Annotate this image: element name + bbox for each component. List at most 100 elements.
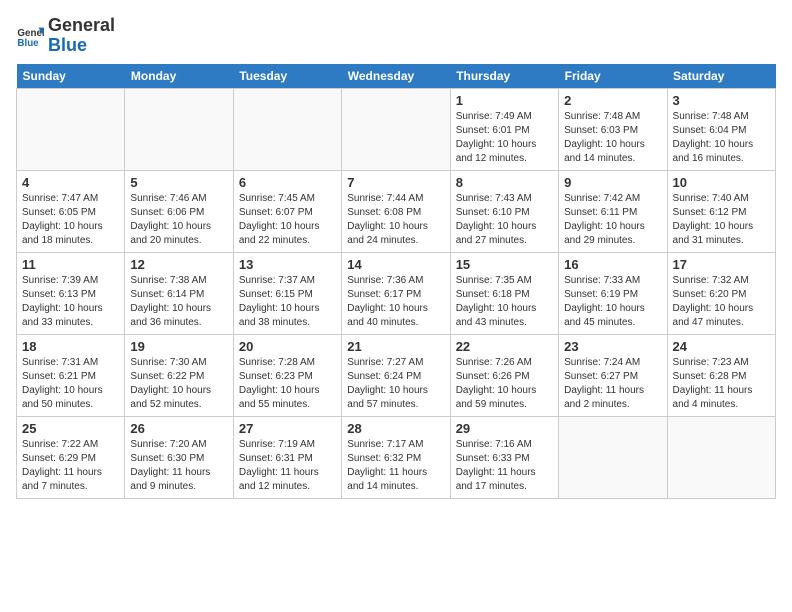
day-header-tuesday: Tuesday bbox=[233, 64, 341, 89]
day-number: 9 bbox=[564, 175, 661, 190]
day-number: 23 bbox=[564, 339, 661, 354]
day-header-monday: Monday bbox=[125, 64, 233, 89]
calendar-cell: 26 Sunrise: 7:20 AM Sunset: 6:30 PM Dayli… bbox=[125, 416, 233, 498]
calendar-cell: 11 Sunrise: 7:39 AM Sunset: 6:13 PM Dayli… bbox=[17, 252, 125, 334]
calendar-cell bbox=[17, 88, 125, 170]
calendar-cell: 4 Sunrise: 7:47 AM Sunset: 6:05 PM Daylig… bbox=[17, 170, 125, 252]
calendar-cell: 16 Sunrise: 7:33 AM Sunset: 6:19 PM Dayli… bbox=[559, 252, 667, 334]
day-info: Sunrise: 7:42 AM Sunset: 6:11 PM Dayligh… bbox=[564, 192, 661, 248]
calendar-cell: 27 Sunrise: 7:19 AM Sunset: 6:31 PM Dayli… bbox=[233, 416, 341, 498]
calendar-cell bbox=[342, 88, 450, 170]
calendar-cell: 20Sunrise: 7:28 AM Sunset: 6:23 PM Dayli… bbox=[233, 334, 341, 416]
day-info: Sunrise: 7:26 AM Sunset: 6:26 PM Dayligh… bbox=[456, 356, 553, 412]
calendar-week-row: 25 Sunrise: 7:22 AM Sunset: 6:29 PM Dayli… bbox=[17, 416, 776, 498]
day-info: Sunrise: 7:44 AM Sunset: 6:08 PM Dayligh… bbox=[347, 192, 444, 248]
day-info: Sunrise: 7:17 AM Sunset: 6:32 PM Dayligh… bbox=[347, 438, 444, 494]
day-info: Sunrise: 7:22 AM Sunset: 6:29 PM Dayligh… bbox=[22, 438, 119, 494]
day-number: 14 bbox=[347, 257, 444, 272]
calendar-cell: 17 Sunrise: 7:32 AM Sunset: 6:20 PM Dayli… bbox=[667, 252, 775, 334]
calendar-cell: 29Sunrise: 7:16 AM Sunset: 6:33 PM Dayli… bbox=[450, 416, 558, 498]
day-info: Sunrise: 7:23 AM Sunset: 6:28 PM Dayligh… bbox=[673, 356, 770, 412]
day-info: Sunrise: 7:30 AM Sunset: 6:22 PM Dayligh… bbox=[130, 356, 227, 412]
logo-icon: General Blue bbox=[16, 22, 44, 50]
day-header-sunday: Sunday bbox=[17, 64, 125, 89]
day-info: Sunrise: 7:43 AM Sunset: 6:10 PM Dayligh… bbox=[456, 192, 553, 248]
day-header-friday: Friday bbox=[559, 64, 667, 89]
day-info: Sunrise: 7:36 AM Sunset: 6:17 PM Dayligh… bbox=[347, 274, 444, 330]
calendar-table: SundayMondayTuesdayWednesdayThursdayFrid… bbox=[16, 64, 776, 499]
day-info: Sunrise: 7:46 AM Sunset: 6:06 PM Dayligh… bbox=[130, 192, 227, 248]
day-number: 8 bbox=[456, 175, 553, 190]
day-info: Sunrise: 7:32 AM Sunset: 6:20 PM Dayligh… bbox=[673, 274, 770, 330]
day-info: Sunrise: 7:40 AM Sunset: 6:12 PM Dayligh… bbox=[673, 192, 770, 248]
calendar-cell: 15 Sunrise: 7:35 AM Sunset: 6:18 PM Dayli… bbox=[450, 252, 558, 334]
day-header-wednesday: Wednesday bbox=[342, 64, 450, 89]
calendar-cell: 3 Sunrise: 7:48 AM Sunset: 6:04 PM Daylig… bbox=[667, 88, 775, 170]
calendar-header-row: SundayMondayTuesdayWednesdayThursdayFrid… bbox=[17, 64, 776, 89]
day-info: Sunrise: 7:38 AM Sunset: 6:14 PM Dayligh… bbox=[130, 274, 227, 330]
calendar-cell: 12 Sunrise: 7:38 AM Sunset: 6:14 PM Dayli… bbox=[125, 252, 233, 334]
day-info: Sunrise: 7:35 AM Sunset: 6:18 PM Dayligh… bbox=[456, 274, 553, 330]
calendar-cell bbox=[125, 88, 233, 170]
calendar-cell: 9 Sunrise: 7:42 AM Sunset: 6:11 PM Daylig… bbox=[559, 170, 667, 252]
day-number: 6 bbox=[239, 175, 336, 190]
calendar-cell: 25 Sunrise: 7:22 AM Sunset: 6:29 PM Dayli… bbox=[17, 416, 125, 498]
day-header-saturday: Saturday bbox=[667, 64, 775, 89]
day-number: 19 bbox=[130, 339, 227, 354]
calendar-week-row: 4 Sunrise: 7:47 AM Sunset: 6:05 PM Daylig… bbox=[17, 170, 776, 252]
calendar-cell: 7 Sunrise: 7:44 AM Sunset: 6:08 PM Daylig… bbox=[342, 170, 450, 252]
day-info: Sunrise: 7:48 AM Sunset: 6:04 PM Dayligh… bbox=[673, 110, 770, 166]
calendar-week-row: 1Sunrise: 7:49 AM Sunset: 6:01 PM Daylig… bbox=[17, 88, 776, 170]
day-number: 18 bbox=[22, 339, 119, 354]
day-number: 12 bbox=[130, 257, 227, 272]
calendar-cell bbox=[667, 416, 775, 498]
day-number: 24 bbox=[673, 339, 770, 354]
calendar-cell: 13 Sunrise: 7:37 AM Sunset: 6:15 PM Dayli… bbox=[233, 252, 341, 334]
day-number: 17 bbox=[673, 257, 770, 272]
day-number: 16 bbox=[564, 257, 661, 272]
calendar-cell bbox=[233, 88, 341, 170]
day-number: 3 bbox=[673, 93, 770, 108]
logo-text: General Blue bbox=[48, 16, 115, 56]
calendar-cell: 28 Sunrise: 7:17 AM Sunset: 6:32 PM Dayli… bbox=[342, 416, 450, 498]
day-number: 20 bbox=[239, 339, 336, 354]
day-number: 28 bbox=[347, 421, 444, 436]
day-info: Sunrise: 7:27 AM Sunset: 6:24 PM Dayligh… bbox=[347, 356, 444, 412]
day-info: Sunrise: 7:39 AM Sunset: 6:13 PM Dayligh… bbox=[22, 274, 119, 330]
day-info: Sunrise: 7:33 AM Sunset: 6:19 PM Dayligh… bbox=[564, 274, 661, 330]
day-header-thursday: Thursday bbox=[450, 64, 558, 89]
day-number: 11 bbox=[22, 257, 119, 272]
calendar-cell: 24 Sunrise: 7:23 AM Sunset: 6:28 PM Dayli… bbox=[667, 334, 775, 416]
calendar-cell: 1Sunrise: 7:49 AM Sunset: 6:01 PM Daylig… bbox=[450, 88, 558, 170]
day-number: 13 bbox=[239, 257, 336, 272]
day-info: Sunrise: 7:47 AM Sunset: 6:05 PM Dayligh… bbox=[22, 192, 119, 248]
calendar-cell: 6Sunrise: 7:45 AM Sunset: 6:07 PM Daylig… bbox=[233, 170, 341, 252]
calendar-cell: 19 Sunrise: 7:30 AM Sunset: 6:22 PM Dayli… bbox=[125, 334, 233, 416]
day-info: Sunrise: 7:48 AM Sunset: 6:03 PM Dayligh… bbox=[564, 110, 661, 166]
day-info: Sunrise: 7:16 AM Sunset: 6:33 PM Dayligh… bbox=[456, 438, 553, 494]
calendar-cell: 5 Sunrise: 7:46 AM Sunset: 6:06 PM Daylig… bbox=[125, 170, 233, 252]
day-number: 1 bbox=[456, 93, 553, 108]
day-number: 4 bbox=[22, 175, 119, 190]
calendar-cell: 23 Sunrise: 7:24 AM Sunset: 6:27 PM Dayli… bbox=[559, 334, 667, 416]
day-number: 7 bbox=[347, 175, 444, 190]
day-number: 27 bbox=[239, 421, 336, 436]
calendar-cell: 8 Sunrise: 7:43 AM Sunset: 6:10 PM Daylig… bbox=[450, 170, 558, 252]
day-number: 15 bbox=[456, 257, 553, 272]
day-info: Sunrise: 7:20 AM Sunset: 6:30 PM Dayligh… bbox=[130, 438, 227, 494]
day-number: 26 bbox=[130, 421, 227, 436]
day-info: Sunrise: 7:31 AM Sunset: 6:21 PM Dayligh… bbox=[22, 356, 119, 412]
day-number: 10 bbox=[673, 175, 770, 190]
day-number: 2 bbox=[564, 93, 661, 108]
calendar-cell: 10 Sunrise: 7:40 AM Sunset: 6:12 PM Dayli… bbox=[667, 170, 775, 252]
calendar-cell: 14 Sunrise: 7:36 AM Sunset: 6:17 PM Dayli… bbox=[342, 252, 450, 334]
day-info: Sunrise: 7:37 AM Sunset: 6:15 PM Dayligh… bbox=[239, 274, 336, 330]
day-info: Sunrise: 7:24 AM Sunset: 6:27 PM Dayligh… bbox=[564, 356, 661, 412]
day-number: 25 bbox=[22, 421, 119, 436]
day-info: Sunrise: 7:19 AM Sunset: 6:31 PM Dayligh… bbox=[239, 438, 336, 494]
day-number: 5 bbox=[130, 175, 227, 190]
calendar-cell: 2 Sunrise: 7:48 AM Sunset: 6:03 PM Daylig… bbox=[559, 88, 667, 170]
calendar-cell bbox=[559, 416, 667, 498]
calendar-cell: 18 Sunrise: 7:31 AM Sunset: 6:21 PM Dayli… bbox=[17, 334, 125, 416]
svg-text:Blue: Blue bbox=[17, 38, 39, 49]
